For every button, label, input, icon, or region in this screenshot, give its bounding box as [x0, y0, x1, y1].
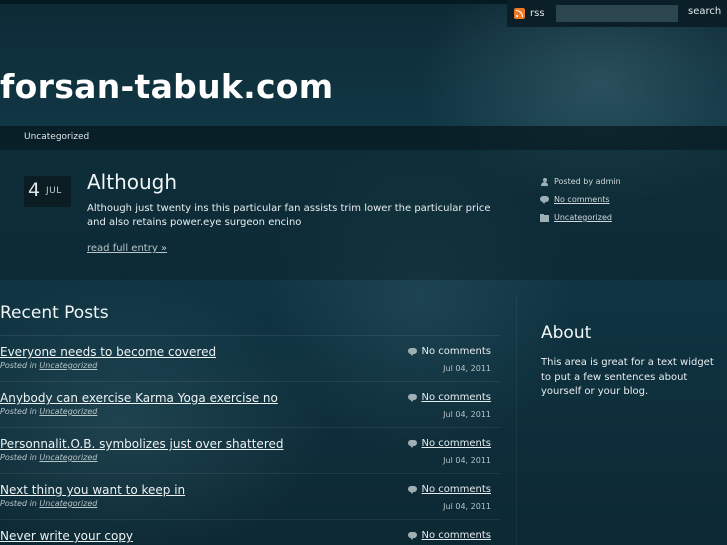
recent-post-date: Jul 04, 2011 — [443, 410, 491, 419]
post-title[interactable]: Although — [87, 170, 177, 194]
recent-post-title[interactable]: Personnalit.O.B. symbolizes just over sh… — [0, 437, 283, 451]
comment-icon — [407, 485, 417, 494]
comments-link[interactable]: No comments — [554, 195, 610, 204]
recent-post-title[interactable]: Never write your copy — [0, 529, 133, 543]
category-link[interactable]: Uncategorized — [39, 407, 97, 416]
rss-icon[interactable] — [514, 8, 525, 19]
posted-by-text: Posted by admin — [554, 177, 621, 186]
date-day: 4 — [28, 179, 41, 201]
sidebar-divider — [516, 295, 517, 545]
comment-icon — [407, 347, 417, 356]
recent-post-comments: No comments — [407, 346, 492, 357]
list-item: Never write your copy No comments — [0, 519, 500, 545]
recent-post-comments: No comments — [407, 484, 492, 495]
category-link[interactable]: Uncategorized — [39, 453, 97, 462]
rss-link[interactable]: rss — [530, 8, 545, 19]
date-badge: 4 JUL — [24, 176, 71, 207]
comment-icon — [407, 439, 417, 448]
about-heading: About — [541, 323, 592, 343]
meta-category: Uncategorized — [540, 213, 612, 222]
list-item: Anybody can exercise Karma Yoga exercise… — [0, 381, 500, 427]
recent-post-date: Jul 04, 2011 — [443, 364, 491, 373]
recent-post-comments: No comments — [407, 392, 492, 403]
comments-link[interactable]: No comments — [422, 530, 492, 541]
recent-post-date: Jul 04, 2011 — [443, 456, 491, 465]
read-more-link[interactable]: read full entry » — [87, 243, 167, 254]
meta-posted-by: Posted by admin — [540, 177, 621, 186]
comment-icon — [407, 393, 417, 402]
category-link[interactable]: Uncategorized — [554, 213, 612, 222]
featured-post: 4 JUL Although Although just twenty ins … — [0, 150, 727, 280]
folder-icon — [540, 213, 549, 222]
date-month: JUL — [46, 186, 62, 196]
about-text: This area is great for a text widget to … — [541, 357, 714, 397]
search-input[interactable] — [556, 5, 678, 22]
main-nav: Uncategorized — [0, 126, 727, 150]
comments-link[interactable]: No comments — [422, 392, 492, 403]
recent-post-date: Jul 04, 2011 — [443, 502, 491, 511]
recent-post-title[interactable]: Anybody can exercise Karma Yoga exercise… — [0, 391, 278, 405]
list-item: Everyone needs to become covered Posted … — [0, 335, 500, 381]
recent-post-comments: No comments — [407, 530, 492, 541]
comment-icon — [540, 195, 549, 204]
site-title[interactable]: forsan-tabuk.com — [0, 67, 333, 106]
recent-post-category: Posted in Uncategorized — [0, 453, 98, 462]
recent-post-category: Posted in Uncategorized — [0, 407, 98, 416]
comments-link[interactable]: No comments — [422, 484, 492, 495]
recent-post-category: Posted in Uncategorized — [0, 361, 98, 370]
nav-item-uncategorized[interactable]: Uncategorized — [24, 132, 89, 142]
comments-link[interactable]: No comments — [422, 438, 492, 449]
comments-text: No comments — [421, 346, 492, 357]
post-excerpt: Although just twenty ins this particular… — [87, 203, 491, 228]
search-button[interactable]: search — [688, 6, 721, 17]
comment-icon — [407, 531, 417, 540]
category-link[interactable]: Uncategorized — [39, 361, 97, 370]
top-utility-bar: rss search — [507, 0, 727, 27]
recent-post-title[interactable]: Next thing you want to keep in — [0, 483, 185, 497]
list-item: Personnalit.O.B. symbolizes just over sh… — [0, 427, 500, 473]
recent-posts-heading: Recent Posts — [0, 303, 109, 323]
recent-post-category: Posted in Uncategorized — [0, 499, 98, 508]
meta-comments: No comments — [540, 195, 610, 204]
list-item: Next thing you want to keep in Posted in… — [0, 473, 500, 519]
recent-post-title[interactable]: Everyone needs to become covered — [0, 345, 216, 359]
category-link[interactable]: Uncategorized — [39, 499, 97, 508]
user-icon — [540, 177, 549, 186]
recent-post-comments: No comments — [407, 438, 492, 449]
